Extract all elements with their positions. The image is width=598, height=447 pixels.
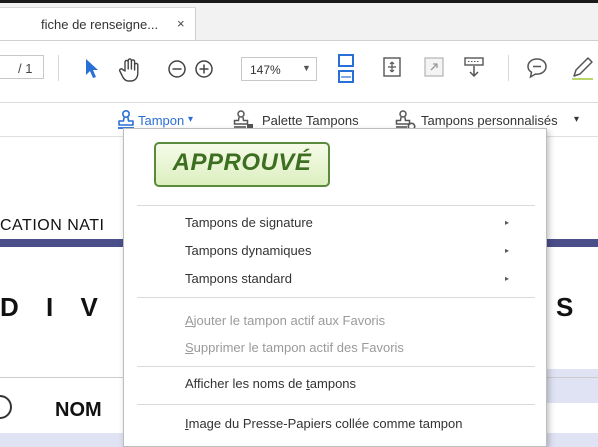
menu-item-show-stamp-names[interactable]: Afficher les noms de tampons — [185, 376, 356, 391]
palette-tampons-label: Palette Tampons — [262, 113, 359, 128]
tampon-label: Tampon — [138, 113, 185, 128]
tab-bar: fiche de renseigne... × — [0, 3, 598, 41]
menu-item-dynamic-stamps[interactable]: Tampons dynamiques — [185, 243, 311, 258]
submenu-arrow-icon: ▸ — [505, 218, 510, 227]
zoom-select[interactable]: 147% ▼ — [241, 57, 317, 81]
tampon-dropdown-menu: APPROUVÉ Tampons de signature ▸ Tampons … — [123, 128, 547, 447]
pen-icon[interactable] — [569, 55, 595, 81]
document-division-title: D I V I — [0, 292, 143, 322]
chevron-down-icon: ▾ — [574, 114, 580, 125]
menu-item-standard-stamps[interactable]: Tampons standard — [185, 271, 292, 286]
submenu-arrow-icon: ▸ — [505, 246, 510, 255]
menu-item-label: mage du Presse-Papiers collée comme tamp… — [188, 416, 463, 431]
document-shape — [0, 395, 12, 419]
hand-icon[interactable] — [117, 57, 143, 83]
shortcut-key: S — [185, 340, 194, 355]
menu-separator — [137, 404, 535, 405]
zoom-out-icon[interactable] — [167, 59, 187, 79]
page-count: / 1 — [18, 61, 33, 76]
menu-item-remove-favorite[interactable]: Supprimer le tampon actif des Favoris — [185, 340, 404, 355]
menu-item-label: upprimer le tampon actif des Favoris — [193, 340, 404, 355]
fit-width-icon[interactable] — [336, 54, 356, 84]
menu-separator — [137, 297, 535, 298]
submenu-arrow-icon: ▸ — [505, 274, 510, 283]
toolbar-divider — [508, 55, 509, 81]
menu-item-label: Afficher les noms de — [185, 376, 307, 391]
close-tab-button[interactable]: × — [177, 16, 185, 31]
approuve-stamp-preview[interactable]: APPROUVÉ — [154, 142, 330, 187]
menu-item-add-favorite[interactable]: Ajouter le tampon actif aux Favoris — [185, 313, 385, 328]
zoom-in-icon[interactable] — [194, 59, 214, 79]
menu-item-label: jouter le tampon actif aux Favoris — [193, 313, 386, 328]
fit-page-icon[interactable] — [382, 56, 402, 78]
document-nom-label: NOM — [55, 399, 102, 421]
document-tab[interactable]: fiche de renseigne... × — [0, 7, 196, 40]
stamp-preview-text: APPROUVÉ — [172, 149, 312, 176]
shortcut-key: A — [185, 313, 194, 328]
chevron-down-icon: ▼ — [302, 63, 311, 73]
menu-item-signature-stamps[interactable]: Tampons de signature — [185, 215, 313, 230]
tampons-personnalises-label: Tampons personnalisés — [421, 113, 558, 128]
scroll-mode-icon[interactable] — [462, 55, 486, 79]
tab-title: fiche de renseigne... — [41, 17, 159, 32]
menu-separator — [137, 205, 535, 206]
menu-item-clipboard-stamp[interactable]: Image du Presse-Papiers collée comme tam… — [185, 416, 462, 431]
main-toolbar: / 1 147% ▼ — [0, 41, 598, 103]
zoom-value: 147% — [250, 63, 281, 77]
document-division-title-end: S — [556, 292, 584, 322]
fullscreen-icon[interactable] — [423, 56, 445, 78]
toolbar-divider — [58, 55, 59, 81]
select-arrow-icon[interactable] — [83, 57, 101, 79]
menu-item-label: ampons — [309, 376, 357, 391]
comment-icon[interactable] — [525, 56, 549, 80]
menu-separator — [137, 366, 535, 367]
chevron-down-icon: ▾ — [188, 114, 194, 125]
document-heading: CATION NATI — [0, 217, 105, 234]
